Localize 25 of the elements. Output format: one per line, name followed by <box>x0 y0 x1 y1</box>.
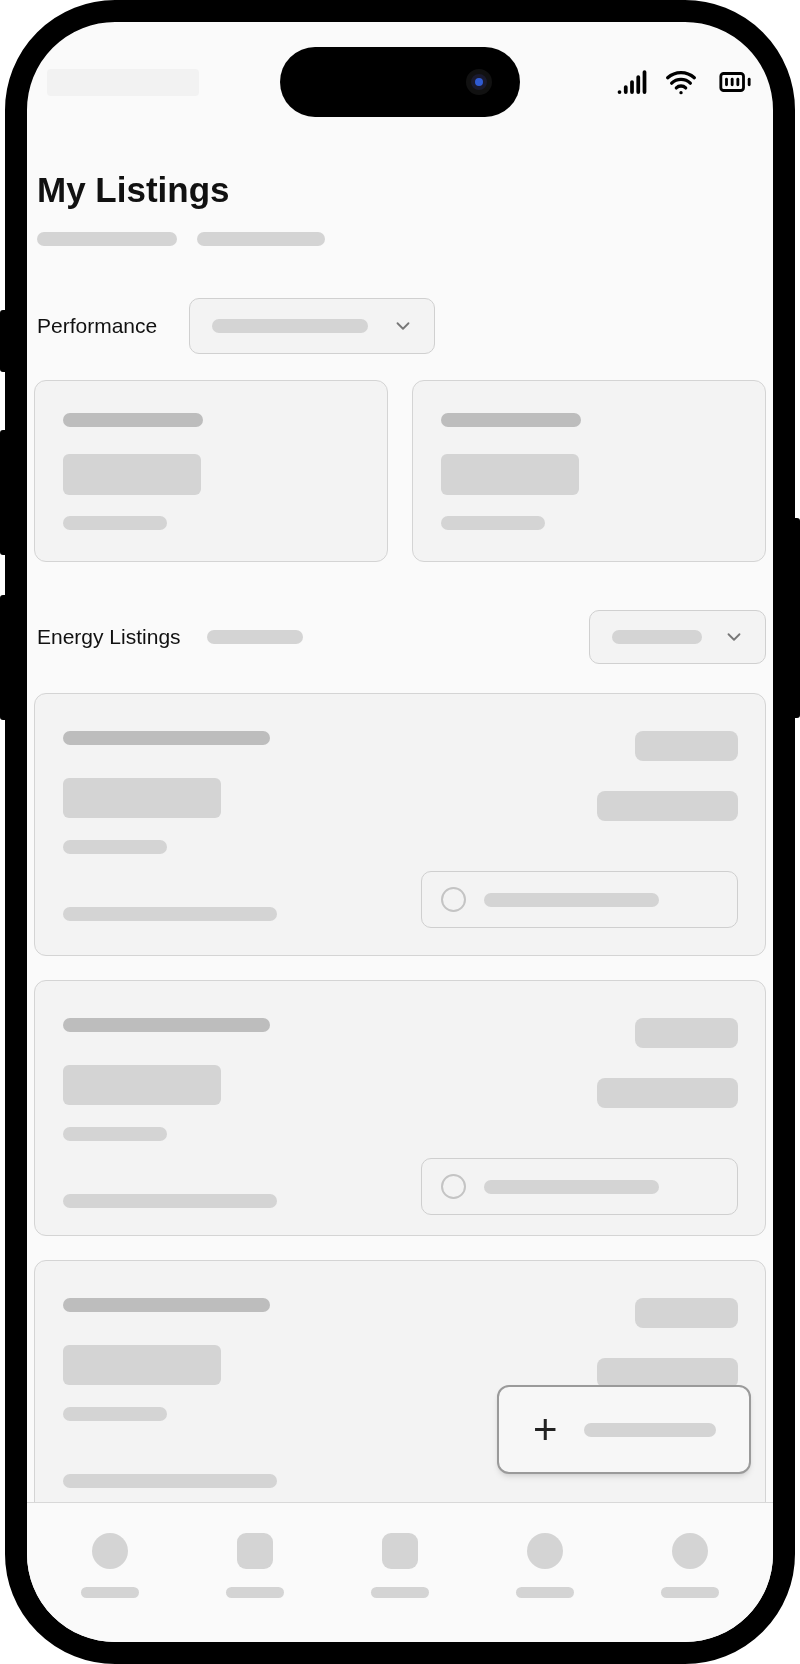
nav-tab[interactable] <box>80 1533 139 1598</box>
placeholder-icon <box>91 1533 128 1569</box>
placeholder-bar <box>516 1587 575 1598</box>
placeholder-icon <box>527 1533 564 1569</box>
section-label: Energy Listings <box>37 624 181 651</box>
placeholder-bar <box>661 1587 720 1598</box>
placeholder-icon <box>381 1533 418 1569</box>
dropdown[interactable] <box>189 298 436 354</box>
placeholder-icon <box>672 1533 709 1569</box>
status-chip[interactable] <box>421 1158 738 1215</box>
placeholder-bar <box>80 1587 139 1598</box>
placeholder-icon <box>236 1533 273 1569</box>
add-listing-button[interactable]: + <box>497 1385 751 1474</box>
camera-icon <box>466 69 492 95</box>
nav-tab[interactable] <box>370 1533 429 1598</box>
section-label: Performance <box>37 313 158 340</box>
placeholder-bar <box>370 1587 429 1598</box>
signal-icon <box>617 67 647 97</box>
placeholder-bar <box>225 1587 284 1598</box>
nav-tab[interactable] <box>225 1533 284 1598</box>
page-title: My Listings <box>37 169 231 211</box>
nav-tab[interactable] <box>661 1533 720 1598</box>
status-chip[interactable] <box>421 871 738 928</box>
nav-tab[interactable] <box>516 1533 575 1598</box>
dropdown[interactable] <box>589 610 766 664</box>
